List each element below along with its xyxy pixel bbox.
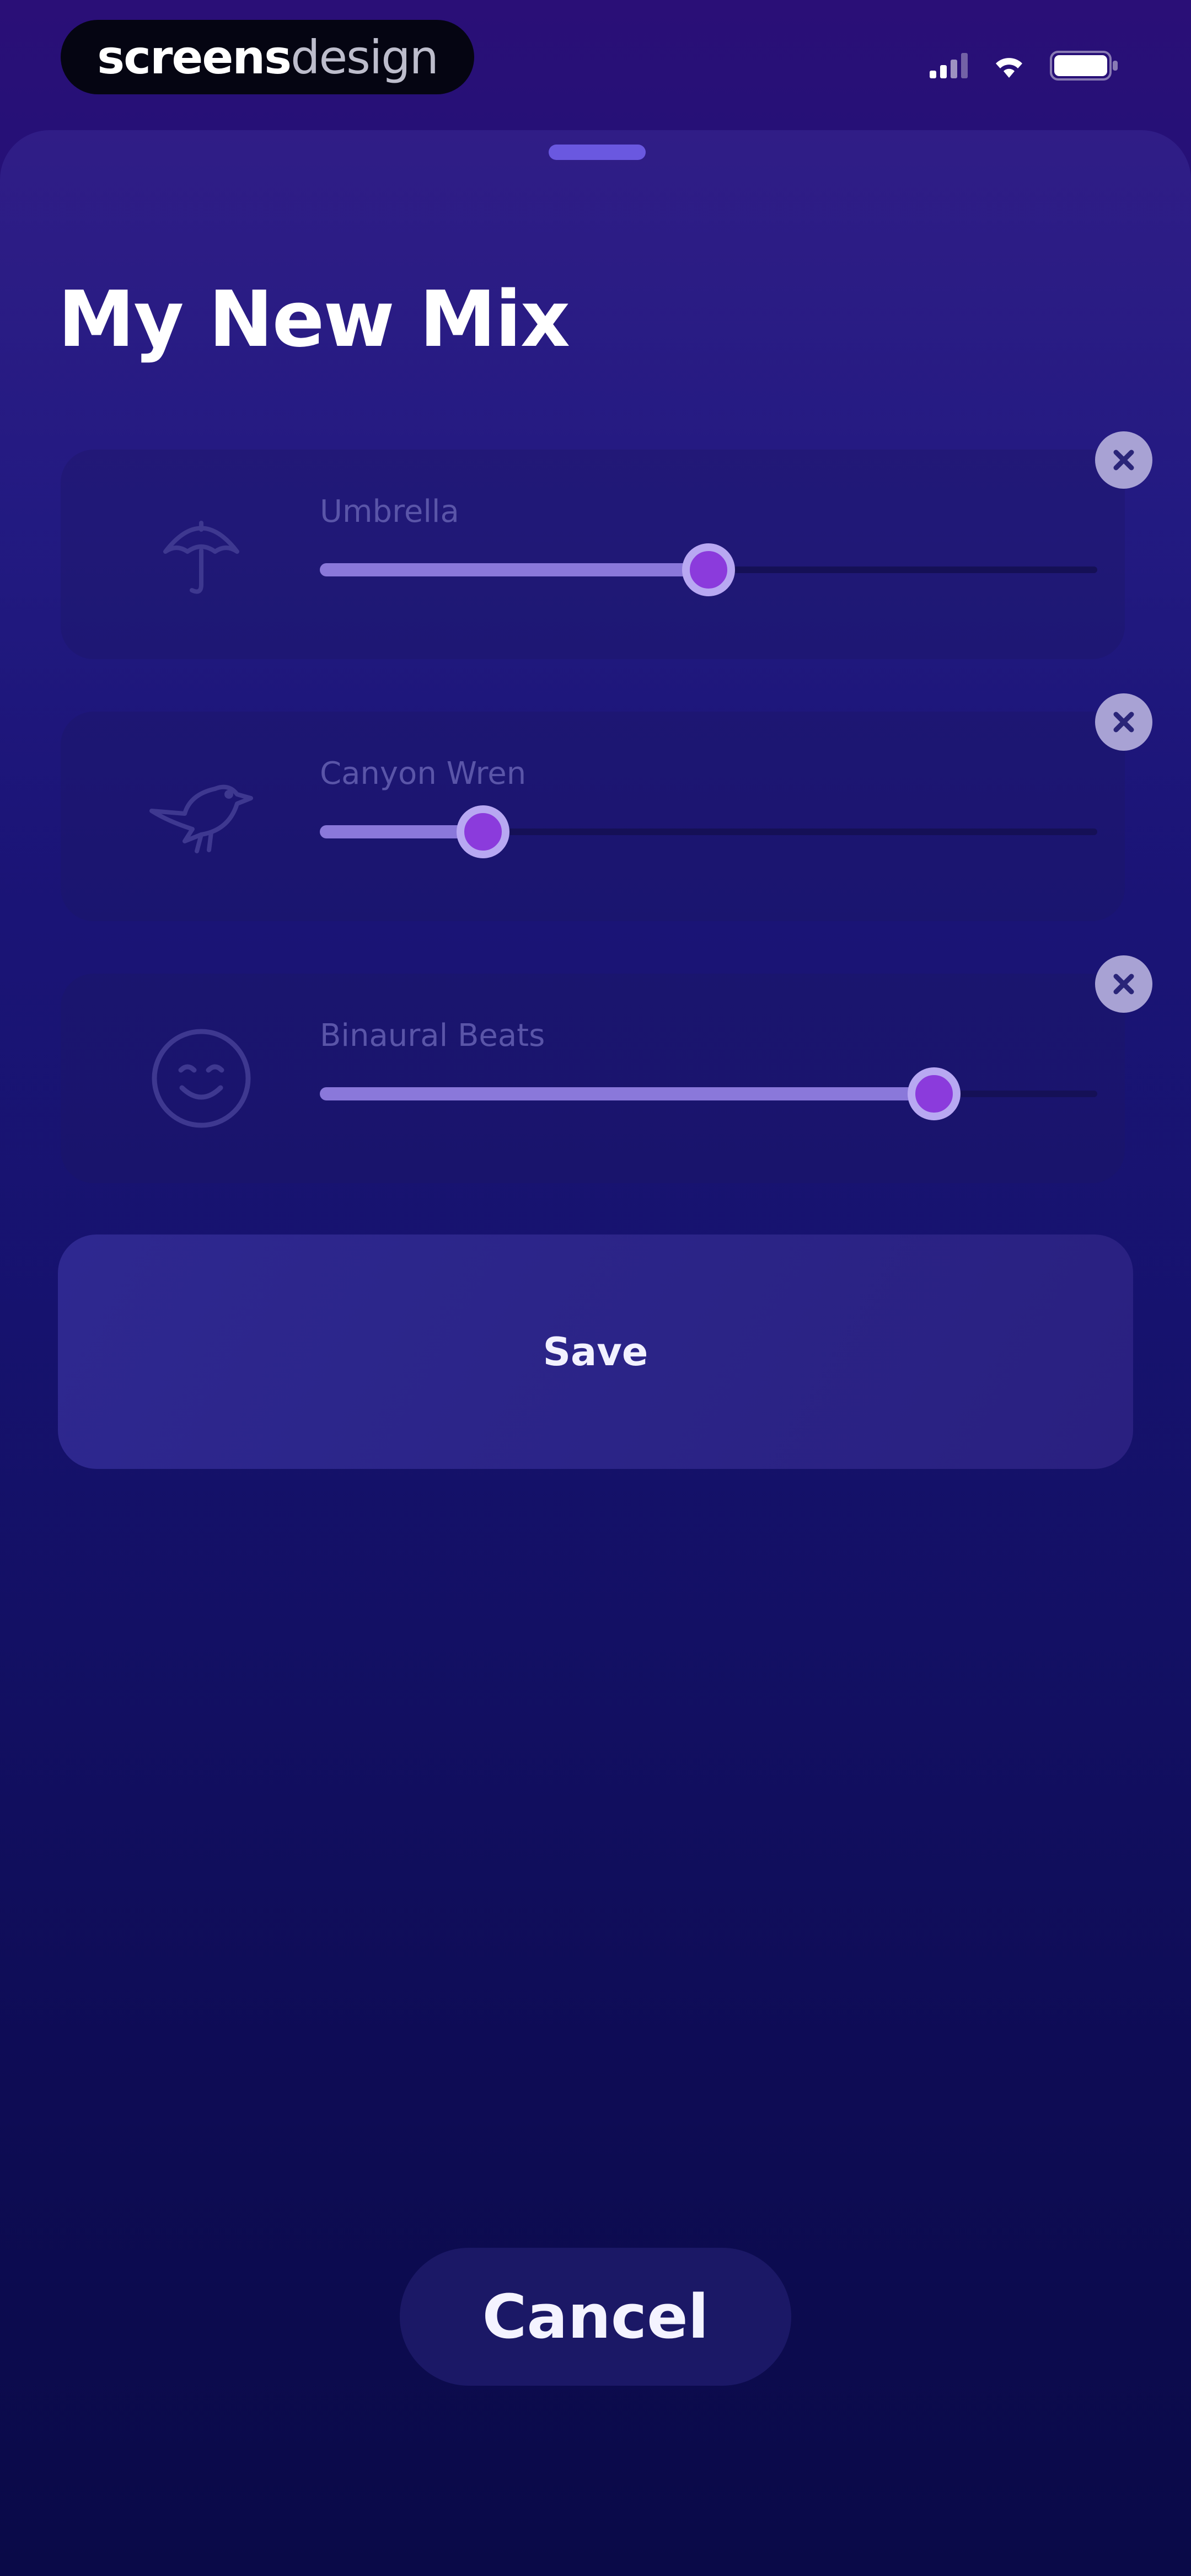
sound-row-canyon-wren: Canyon Wren xyxy=(61,712,1125,921)
face-icon xyxy=(143,1020,259,1136)
sound-row-umbrella: Umbrella xyxy=(61,450,1125,659)
close-icon xyxy=(1113,450,1134,471)
signal-icon xyxy=(930,53,968,81)
status-icons xyxy=(930,51,1119,83)
slider-thumb[interactable] xyxy=(907,1067,961,1120)
sound-label-umbrella: Umbrella xyxy=(320,494,459,530)
sheet-grabber[interactable] xyxy=(549,145,646,160)
save-button[interactable]: Save xyxy=(58,1234,1133,1469)
remove-sound-umbrella-button[interactable] xyxy=(1095,431,1152,489)
status-bar: screens design xyxy=(0,0,1191,127)
sound-label-canyon-wren: Canyon Wren xyxy=(320,756,527,792)
slider-fill xyxy=(320,563,709,576)
brand-badge: screens design xyxy=(61,20,474,94)
sound-row-binaural-beats: Binaural Beats xyxy=(61,974,1125,1183)
volume-slider-canyon-wren[interactable] xyxy=(320,805,1097,858)
bird-icon xyxy=(143,753,259,869)
battery-icon xyxy=(1050,51,1119,83)
page-title: My New Mix xyxy=(58,275,570,365)
slider-thumb[interactable] xyxy=(682,543,735,596)
volume-slider-binaural-beats[interactable] xyxy=(320,1067,1097,1120)
volume-slider-umbrella[interactable] xyxy=(320,543,1097,596)
sound-label-binaural-beats: Binaural Beats xyxy=(320,1018,545,1054)
slider-thumb[interactable] xyxy=(457,805,510,858)
slider-fill xyxy=(320,1087,934,1100)
brand-name-light: design xyxy=(291,30,439,84)
cancel-button[interactable]: Cancel xyxy=(400,2248,791,2386)
close-icon xyxy=(1113,712,1134,733)
umbrella-icon xyxy=(143,496,259,612)
remove-sound-binaural-beats-button[interactable] xyxy=(1095,955,1152,1013)
wifi-icon xyxy=(991,52,1027,81)
remove-sound-canyon-wren-button[interactable] xyxy=(1095,693,1152,751)
close-icon xyxy=(1113,974,1134,995)
brand-name-strong: screens xyxy=(97,30,292,84)
